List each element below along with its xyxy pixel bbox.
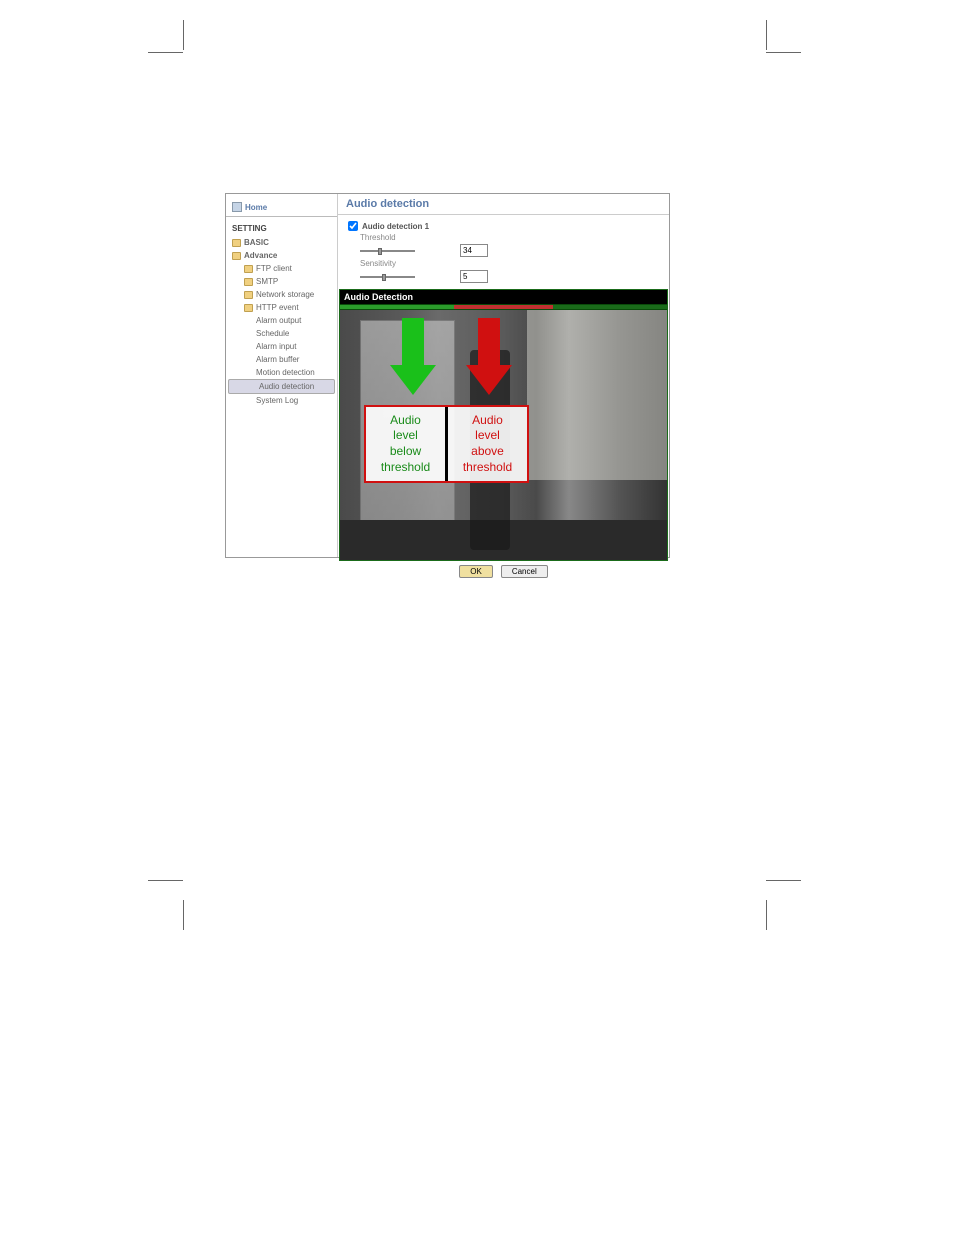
sidebar-item-label: Audio detection <box>259 382 314 391</box>
sidebar-item-alarm-output[interactable]: Alarm output <box>226 314 337 327</box>
sidebar-item-label: Schedule <box>256 329 289 338</box>
slider-thumb[interactable] <box>382 274 386 281</box>
sidebar-item-label: Motion detection <box>256 368 315 377</box>
panel-title: Audio Detection <box>340 290 667 304</box>
sidebar-item-label: Advance <box>244 251 277 260</box>
level-remaining <box>553 305 667 309</box>
crop-mark <box>148 52 183 53</box>
cancel-button[interactable]: Cancel <box>501 565 548 578</box>
sidebar-item-label: Network storage <box>256 290 314 299</box>
sensitivity-slider[interactable] <box>360 276 415 278</box>
sidebar-item-network-storage[interactable]: Network storage <box>226 288 337 301</box>
video-preview: Audiolevelbelowthreshold Audiolevelabove… <box>340 310 667 560</box>
folder-icon <box>244 291 253 299</box>
home-link[interactable]: Home <box>226 198 337 217</box>
red-arrow-icon <box>478 318 500 368</box>
audio-detection-checkbox[interactable] <box>348 221 358 231</box>
sidebar-item-basic[interactable]: BASIC <box>226 236 337 249</box>
sidebar-item-alarm-input[interactable]: Alarm input <box>226 340 337 353</box>
folder-icon <box>244 265 253 273</box>
app-window: Home SETTING BASIC Advance FTP client SMTP N… <box>225 193 670 558</box>
audio-detection-checkbox-row: Audio detection 1 <box>348 221 659 231</box>
sidebar-item-advance[interactable]: Advance <box>226 249 337 262</box>
sidebar-item-http-event[interactable]: HTTP event <box>226 301 337 314</box>
detection-panel: Audio Detection Audiolevelbelowthreshold <box>339 289 668 561</box>
sidebar-item-label: SMTP <box>256 277 278 286</box>
red-arrow-icon <box>466 365 512 395</box>
threshold-slider[interactable] <box>360 250 415 252</box>
sidebar: Home SETTING BASIC Advance FTP client SMTP N… <box>226 194 338 557</box>
page-title: Audio detection <box>338 194 669 215</box>
crop-mark <box>766 880 801 881</box>
green-arrow-icon <box>402 318 424 368</box>
sidebar-item-label: FTP client <box>256 264 292 273</box>
sidebar-item-label: System Log <box>256 396 298 405</box>
level-below-threshold <box>340 305 454 309</box>
section-header: SETTING <box>226 221 337 236</box>
sidebar-item-label: Alarm output <box>256 316 301 325</box>
home-label: Home <box>245 203 267 212</box>
folder-icon <box>232 252 241 260</box>
folder-icon <box>244 304 253 312</box>
sensitivity-label: Sensitivity <box>348 259 448 268</box>
crop-mark <box>766 900 767 930</box>
threshold-input[interactable] <box>460 244 488 257</box>
sidebar-item-motion-detection[interactable]: Motion detection <box>226 366 337 379</box>
crop-mark <box>183 20 184 50</box>
green-arrow-icon <box>390 365 436 395</box>
folder-icon <box>232 239 241 247</box>
sidebar-item-label: BASIC <box>244 238 269 247</box>
sidebar-item-ftp-client[interactable]: FTP client <box>226 262 337 275</box>
crop-mark <box>766 20 767 50</box>
sidebar-item-label: HTTP event <box>256 303 299 312</box>
sidebar-item-smtp[interactable]: SMTP <box>226 275 337 288</box>
sensitivity-input[interactable] <box>460 270 488 283</box>
sidebar-item-audio-detection[interactable]: Audio detection <box>228 379 335 394</box>
annotation-below: Audiolevelbelowthreshold <box>366 407 445 481</box>
slider-thumb[interactable] <box>378 248 382 255</box>
button-row: OK Cancel <box>338 561 669 582</box>
crop-mark <box>183 900 184 930</box>
sidebar-item-system-log[interactable]: System Log <box>226 394 337 407</box>
sidebar-item-alarm-buffer[interactable]: Alarm buffer <box>226 353 337 366</box>
scene-wall <box>527 310 667 480</box>
crop-mark <box>766 52 801 53</box>
folder-icon <box>244 278 253 286</box>
sidebar-item-schedule[interactable]: Schedule <box>226 327 337 340</box>
ok-button[interactable]: OK <box>459 565 493 578</box>
annotation-box: Audiolevelbelowthreshold Audiolevelabove… <box>364 405 529 483</box>
annotation-above: Audiolevelabovethreshold <box>448 407 527 481</box>
checkbox-label: Audio detection 1 <box>362 222 429 231</box>
threshold-label: Threshold <box>348 233 448 242</box>
level-above-threshold <box>454 305 552 309</box>
crop-mark <box>148 880 183 881</box>
sidebar-item-label: Alarm buffer <box>256 355 299 364</box>
form-area: Audio detection 1 Threshold Sensitivity <box>338 215 669 289</box>
sidebar-item-label: Alarm input <box>256 342 296 351</box>
main-content: Audio detection Audio detection 1 Thresh… <box>338 194 669 557</box>
home-icon <box>232 202 242 212</box>
